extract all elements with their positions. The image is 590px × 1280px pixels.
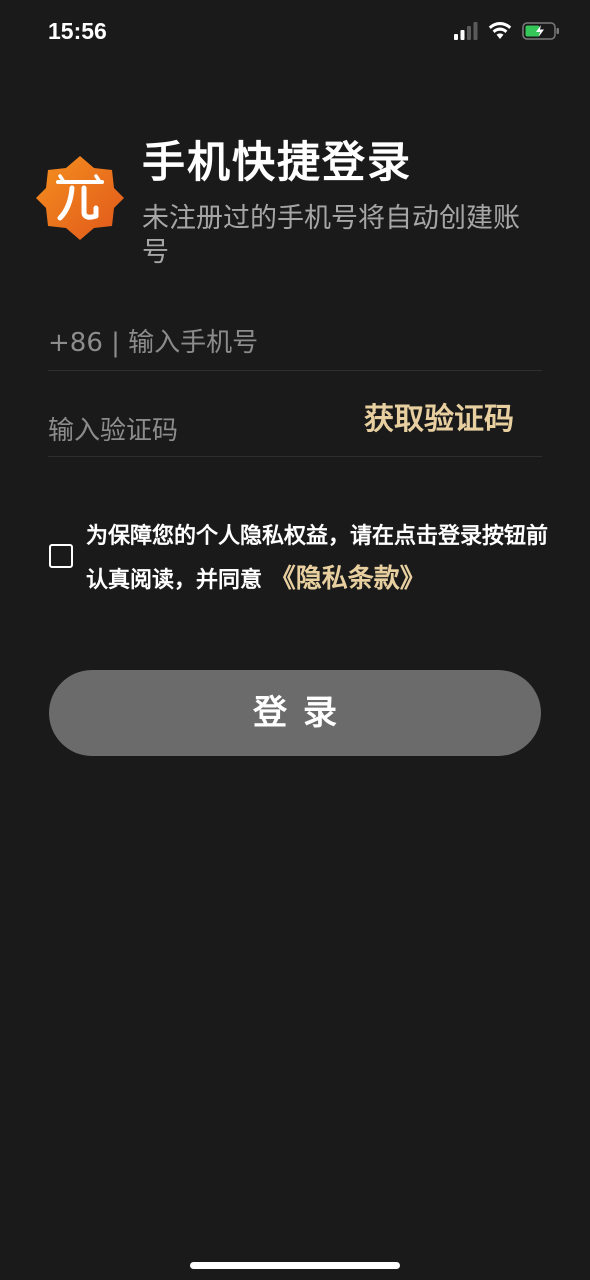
page-title: 手机快捷登录 <box>142 138 412 188</box>
status-time: 15:56 <box>48 18 107 44</box>
app-logo-icon <box>36 156 124 240</box>
cellular-signal-icon <box>454 22 478 40</box>
agreement-text: 为保障您的个人隐私权益，请在点击登录按钮前认真阅读，并同意 《隐私条款》 <box>86 516 566 602</box>
code-field-row: 输入验证码 获取验证码 <box>48 400 542 457</box>
home-indicator[interactable] <box>190 1262 400 1269</box>
agreement-checkbox[interactable] <box>49 544 73 568</box>
verification-code-input[interactable]: 输入验证码 <box>48 406 338 456</box>
login-button[interactable]: 登录 <box>49 670 541 756</box>
phone-number-input[interactable]: +86 | 输入手机号 <box>48 318 542 368</box>
battery-charging-icon <box>522 22 559 40</box>
login-screen: 15:56 手机快捷登录 未注册过的手机号将自动创建账号 +86 | 输入手机号… <box>0 0 590 1280</box>
privacy-policy-link[interactable]: 《隐私条款》 <box>270 564 426 594</box>
wifi-icon <box>488 22 512 39</box>
status-bar: 15:56 <box>0 0 590 66</box>
phone-field-row: +86 | 输入手机号 <box>48 318 542 371</box>
page-subtitle: 未注册过的手机号将自动创建账号 <box>142 203 520 268</box>
get-code-button[interactable]: 获取验证码 <box>364 400 514 440</box>
